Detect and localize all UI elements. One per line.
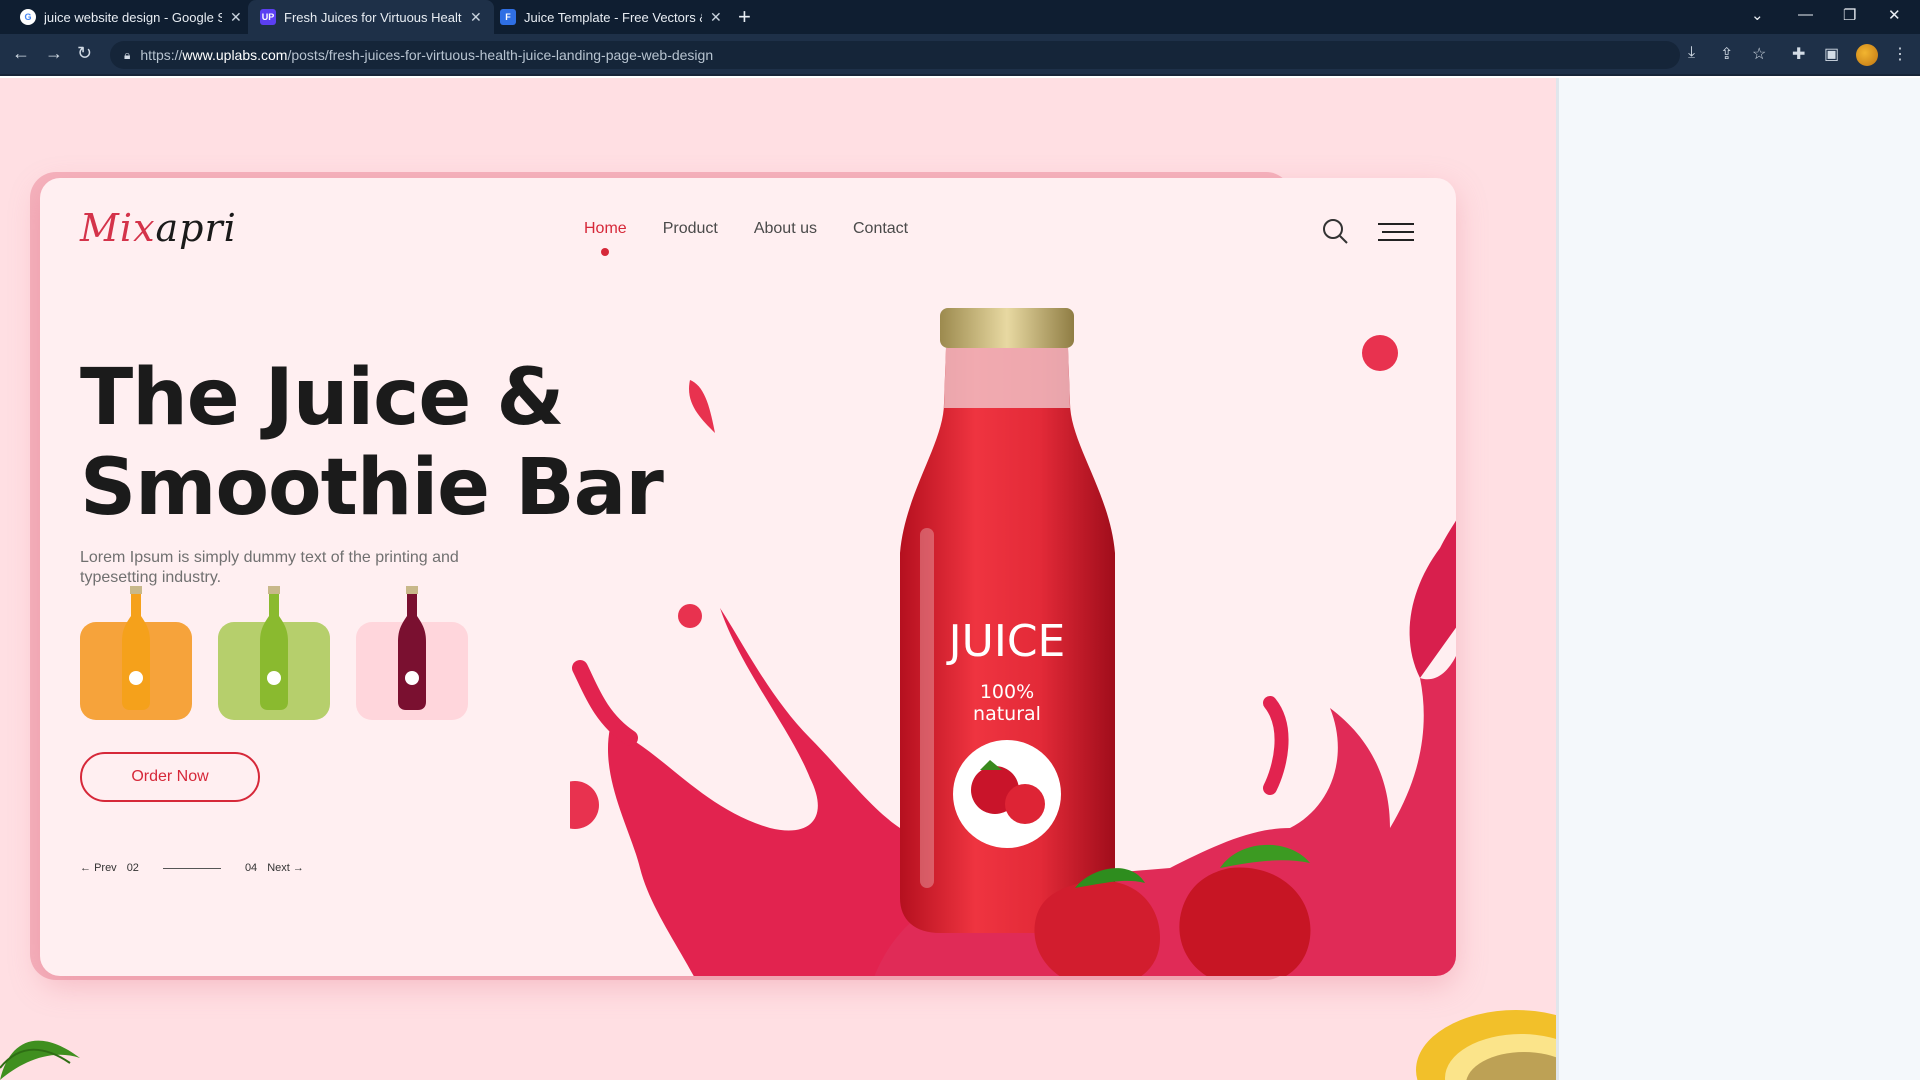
profile-avatar[interactable] <box>1856 44 1878 66</box>
nav-home[interactable]: Home <box>584 220 627 256</box>
pager-progress-line <box>162 867 221 869</box>
google-icon: G <box>20 9 36 25</box>
hero-description: Lorem Ipsum is simply dummy text of the … <box>80 549 459 586</box>
product-thumb-orange[interactable] <box>80 586 192 720</box>
address-bar[interactable]: 🔒︎ https:// www.uplabs.com /posts/fresh-… <box>110 41 1680 69</box>
active-nav-dot <box>601 248 610 256</box>
design-artboard: Mixapri Home Product About us Contact Th… <box>0 78 1556 1080</box>
hamburger-menu-icon[interactable] <box>1378 222 1414 242</box>
tab-title: Fresh Juices for Virtuous Health <box>284 9 462 25</box>
nav-about-us[interactable]: About us <box>754 220 817 238</box>
lock-icon: 🔒︎ <box>124 47 131 62</box>
logo-part-mix: Mix <box>80 206 156 250</box>
nav-home-label: Home <box>584 220 627 237</box>
minimize-icon[interactable]: — <box>1798 6 1813 23</box>
new-tab-icon[interactable]: + <box>738 4 751 30</box>
juice-bottle: JUICE 100% natural <box>900 308 1115 933</box>
tab-google-search[interactable]: G juice website design - Google Se ✕ <box>8 0 254 34</box>
back-icon[interactable]: ← <box>12 43 30 64</box>
close-tab-icon[interactable]: ✕ <box>470 9 482 26</box>
freepik-icon: F <box>500 9 516 25</box>
berry-juice-bottle-icon <box>398 586 426 710</box>
tab-title: Juice Template - Free Vectors & <box>524 9 702 25</box>
passion-fruit-decoration-icon <box>1416 1010 1556 1080</box>
tab-title: juice website design - Google Se <box>44 9 222 25</box>
share-icon[interactable]: ⇪ <box>1720 44 1733 64</box>
close-window-icon[interactable]: ✕ <box>1888 6 1901 24</box>
bottle-label-pct: 100% <box>980 681 1034 703</box>
url-host: www.uplabs.com <box>182 47 288 63</box>
orange-juice-bottle-icon <box>122 586 150 710</box>
restore-icon[interactable]: ❐ <box>1843 6 1856 24</box>
next-button[interactable]: Next → <box>267 862 304 874</box>
page-scrollbar[interactable] <box>1556 78 1559 1080</box>
logo-part-apri: apri <box>155 206 237 250</box>
slide-pager: ← Prev 02 04 Next → <box>80 862 304 874</box>
prev-button[interactable]: ← Prev <box>80 862 117 874</box>
prev-label: Prev <box>94 862 117 874</box>
extensions-icon[interactable]: ✚ <box>1792 44 1805 64</box>
close-tab-icon[interactable]: ✕ <box>230 9 242 26</box>
next-label: Next <box>267 862 290 874</box>
order-now-button[interactable]: Order Now <box>80 752 260 802</box>
browser-tab-strip: G juice website design - Google Se ✕ UP … <box>0 0 1920 34</box>
leaf-decoration-icon <box>0 1040 80 1080</box>
close-tab-icon[interactable]: ✕ <box>710 9 722 26</box>
site-logo[interactable]: Mixapri <box>80 206 237 250</box>
nav-contact[interactable]: Contact <box>853 220 908 238</box>
current-slide-number: 02 <box>126 862 139 874</box>
tab-uplabs[interactable]: UP Fresh Juices for Virtuous Health ✕ <box>248 0 494 34</box>
page-viewport: Mixapri Home Product About us Contact Th… <box>0 78 1920 1080</box>
tab-freepik[interactable]: F Juice Template - Free Vectors & ✕ <box>488 0 734 34</box>
tab-search-icon[interactable]: ⌄ <box>1751 6 1764 24</box>
forward-icon[interactable]: → <box>45 43 63 64</box>
menu-kebab-icon[interactable]: ⋮ <box>1892 44 1908 64</box>
browser-toolbar: ← → ↻ 🔒︎ https:// www.uplabs.com /posts/… <box>0 34 1920 76</box>
search-icon[interactable] <box>1322 218 1348 244</box>
bottle-label-juice: JUICE <box>946 616 1066 667</box>
main-nav: Home Product About us Contact <box>584 220 908 256</box>
side-panel-icon[interactable]: ▣ <box>1824 44 1839 64</box>
product-thumb-berry[interactable] <box>356 586 468 720</box>
hero-juice-illustration: JUICE 100% natural <box>570 308 1456 976</box>
url-path: /posts/fresh-juices-for-virtuous-health-… <box>287 47 714 63</box>
total-slide-number: 04 <box>244 862 258 874</box>
url-scheme: https:// <box>140 47 183 63</box>
product-thumbnails <box>80 586 468 720</box>
landing-card: Mixapri Home Product About us Contact Th… <box>40 178 1456 976</box>
green-juice-bottle-icon <box>260 586 288 710</box>
uplabs-icon: UP <box>260 9 276 25</box>
nav-product[interactable]: Product <box>663 220 718 238</box>
bottle-label-natural: natural <box>973 703 1041 725</box>
product-thumb-green[interactable] <box>218 586 330 720</box>
reload-icon[interactable]: ↻ <box>77 43 92 64</box>
bookmark-star-icon[interactable]: ☆ <box>1752 44 1766 64</box>
install-app-icon[interactable]: ⤓ <box>1688 44 1695 62</box>
